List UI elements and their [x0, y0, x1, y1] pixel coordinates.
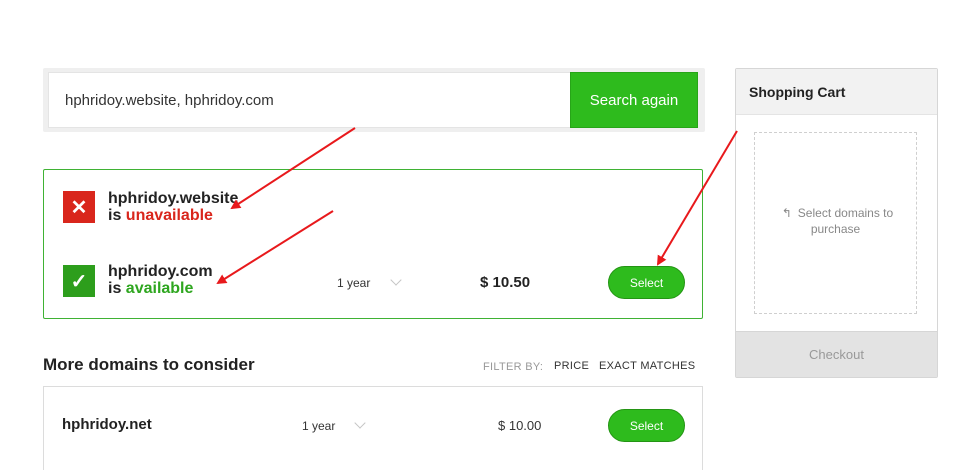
result-domain-name: hphridoy.website [108, 190, 239, 207]
cart-empty-message: Select domains to purchase [797, 206, 894, 236]
shopping-cart-panel: Shopping Cart ↰ Select domains to purchas… [735, 68, 938, 378]
back-arrow-icon: ↰ [781, 206, 792, 220]
checkout-button[interactable]: Checkout [736, 331, 937, 377]
suggested-domain-price: $ 10.00 [498, 418, 542, 433]
more-domains-heading: More domains to consider [43, 355, 255, 374]
chevron-down-icon[interactable] [354, 417, 366, 429]
status-available-label: available [125, 280, 194, 297]
more-domains-list: hphridoy.net 1 year $ 10.00 Select [43, 386, 703, 470]
result-status: is unavailable [108, 207, 213, 224]
shopping-cart-title: Shopping Cart [736, 69, 937, 115]
result-available: hphridoy.com is available [108, 263, 213, 297]
filter-price-link[interactable]: PRICE [554, 360, 589, 372]
x-icon: ✕ [63, 191, 95, 223]
search-again-button[interactable]: Search again [570, 72, 698, 128]
select-domain-button[interactable]: Select [608, 409, 685, 442]
checkmark-icon: ✓ [63, 265, 95, 297]
cart-empty-area: ↰ Select domains to purchase [754, 132, 917, 314]
result-domain-name: hphridoy.com [108, 263, 213, 280]
domain-price: $ 10.50 [480, 274, 531, 291]
term-dropdown[interactable]: 1 year [302, 419, 335, 433]
result-status: is available [108, 280, 194, 297]
search-results-panel: ✕ hphridoy.website is unavailable ✓ hphr… [43, 169, 703, 319]
select-domain-button[interactable]: Select [608, 266, 685, 299]
result-unavailable: hphridoy.website is unavailable [108, 190, 238, 224]
domain-search-bar: Search again [43, 68, 705, 132]
chevron-down-icon[interactable] [390, 274, 402, 286]
status-unavailable-label: unavailable [125, 207, 213, 224]
filter-by-label: FILTER BY: [483, 361, 544, 373]
domain-search-input[interactable] [48, 72, 571, 128]
suggested-domain-name: hphridoy.net [62, 416, 152, 433]
filter-exact-matches-link[interactable]: EXACT MATCHES [599, 360, 695, 372]
term-dropdown[interactable]: 1 year [337, 276, 370, 290]
